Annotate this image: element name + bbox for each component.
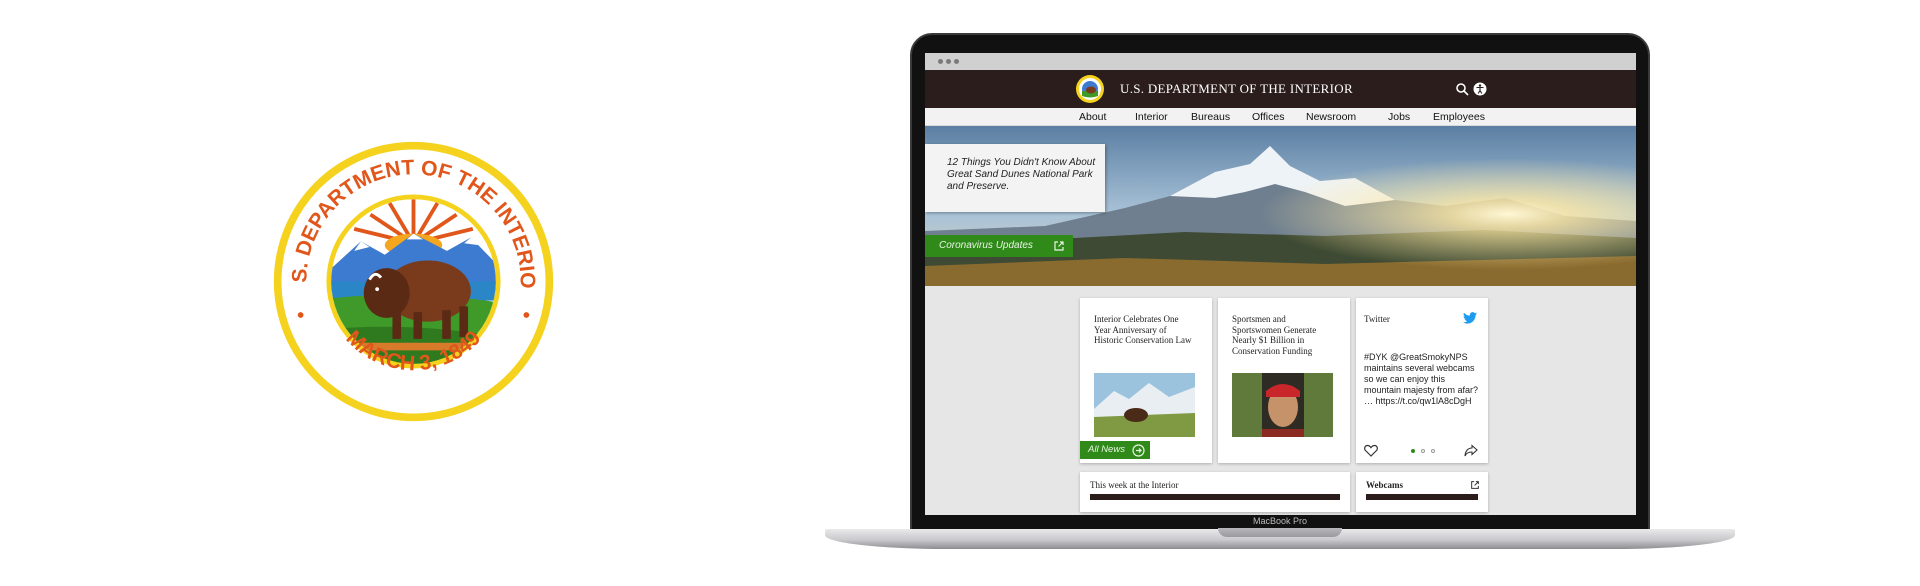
carousel-dot-active[interactable] [1411, 449, 1415, 453]
laptop-notch [1218, 528, 1342, 537]
all-news-label: All News [1088, 444, 1125, 455]
nav-item-employees[interactable]: Employees [1433, 111, 1485, 123]
site-header: U.S. DEPARTMENT OF THE INTERIOR [925, 70, 1636, 108]
coronavirus-updates-label: Coronavirus Updates [939, 240, 1033, 251]
nav-item-about[interactable]: About [1079, 111, 1106, 123]
heart-icon[interactable] [1364, 444, 1378, 457]
device-label: MacBook Pro [1252, 516, 1308, 526]
external-link-icon[interactable] [1470, 480, 1480, 490]
accessibility-icon[interactable] [1473, 82, 1487, 96]
this-week-card[interactable]: This week at the Interior [1080, 472, 1350, 512]
share-icon[interactable] [1464, 444, 1478, 457]
hero-feature-card[interactable]: 12 Things You Didn't Know About Great Sa… [925, 144, 1105, 212]
search-icon[interactable] [1455, 82, 1469, 96]
window-dot-icon[interactable] [946, 59, 951, 64]
nav-item-newsroom[interactable]: Newsroom [1306, 111, 1356, 123]
hero-banner: 12 Things You Didn't Know About Great Sa… [925, 126, 1636, 286]
webcams-media [1366, 494, 1478, 500]
news-card[interactable]: Sportsmen and Sportswomen Generate Nearl… [1218, 298, 1350, 463]
twitter-bird-icon[interactable] [1463, 312, 1477, 324]
all-news-button[interactable]: All News [1080, 441, 1150, 459]
department-seal-logo: U.S. DEPARTMENT OF THE INTERIOR MARCH 3,… [270, 138, 554, 422]
external-link-icon [1054, 241, 1064, 251]
news-card-image [1232, 373, 1333, 437]
window-dot-icon[interactable] [954, 59, 959, 64]
nav-item-interior[interactable]: Interior [1135, 111, 1168, 123]
site-logo[interactable] [1075, 74, 1105, 104]
hero-headline[interactable]: 12 Things You Didn't Know About Great Sa… [947, 157, 1097, 193]
webcams-card[interactable]: Webcams [1356, 472, 1488, 512]
site-title[interactable]: U.S. DEPARTMENT OF THE INTERIOR [1120, 81, 1353, 97]
this-week-title: This week at the Interior [1090, 480, 1179, 490]
arrow-circle-right-icon [1132, 444, 1145, 457]
news-card-image [1094, 373, 1195, 437]
news-card[interactable]: Interior Celebrates One Year Anniversary… [1080, 298, 1212, 463]
news-card-title[interactable]: Interior Celebrates One Year Anniversary… [1094, 314, 1194, 346]
twitter-card[interactable]: Twitter #DYK @GreatSmokyNPS maintains se… [1356, 298, 1488, 463]
nav-item-bureaus[interactable]: Bureaus [1191, 111, 1230, 123]
tweet-text[interactable]: #DYK @GreatSmokyNPS maintains several we… [1364, 352, 1482, 407]
webcams-title: Webcams [1366, 480, 1403, 490]
nav-item-jobs[interactable]: Jobs [1388, 111, 1410, 123]
nav-item-offices[interactable]: Offices [1252, 111, 1284, 123]
news-card-title[interactable]: Sportsmen and Sportswomen Generate Nearl… [1232, 314, 1332, 356]
browser-chrome [925, 53, 1636, 70]
laptop-screen: U.S. DEPARTMENT OF THE INTERIOR About In… [925, 53, 1636, 515]
carousel-dot[interactable] [1421, 449, 1425, 453]
this-week-media [1090, 494, 1340, 500]
main-nav: About Interior Bureaus Offices Newsroom … [925, 108, 1636, 126]
twitter-card-title: Twitter [1364, 314, 1390, 324]
carousel-dot[interactable] [1431, 449, 1435, 453]
coronavirus-updates-button[interactable]: Coronavirus Updates [925, 235, 1073, 257]
window-dot-icon[interactable] [938, 59, 943, 64]
